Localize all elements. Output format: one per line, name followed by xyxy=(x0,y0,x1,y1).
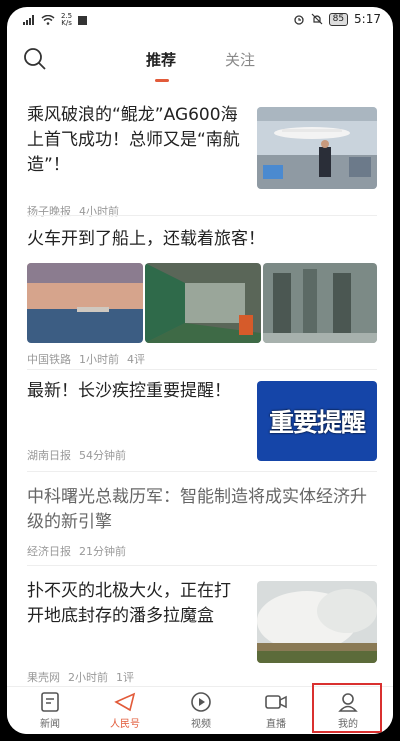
list-item[interactable]: 扑不灭的北极大火，正在打开地底封存的潘多拉魔盒 果壳网 2小时前 1评 xyxy=(27,579,377,684)
network-speed: 2.5 K/s xyxy=(61,13,72,27)
article-time: 54分钟前 xyxy=(79,449,126,462)
news-icon xyxy=(41,692,59,712)
article-thumbnail xyxy=(257,107,377,189)
article-thumbnail xyxy=(27,263,143,343)
thumbnail-caption: 重要提醒 xyxy=(268,408,366,437)
list-item[interactable]: 火车开到了船上，还载着旅客！ 中国铁路 1小时前 4评 xyxy=(27,227,377,366)
nav-news[interactable]: 新闻 xyxy=(18,691,82,730)
app-screen: 2.5 K/s 85 5:17 推荐 关注 乘风破浪的“鲲龙”AG600海上首飞… xyxy=(7,7,393,734)
nav-label: 人民号 xyxy=(110,719,140,730)
article-thumbnail xyxy=(263,263,377,343)
article-comments: 1评 xyxy=(116,671,134,684)
divider xyxy=(27,565,377,566)
signal-icon xyxy=(23,15,34,25)
article-source: 扬子晚报 xyxy=(27,205,71,218)
news-feed[interactable]: 乘风破浪的“鲲龙”AG600海上首飞成功！总师又是“南航造”！ 扬子晚报 4小时… xyxy=(7,87,393,687)
mute-icon xyxy=(311,13,323,25)
article-meta: 扬子晚报 4小时前 xyxy=(27,203,119,219)
article-time: 21分钟前 xyxy=(79,545,126,558)
nav-people[interactable]: 人民号 xyxy=(93,691,157,730)
list-item[interactable]: 乘风破浪的“鲲龙”AG600海上首飞成功！总师又是“南航造”！ 扬子晚报 4小时… xyxy=(27,103,377,218)
article-title: 火车开到了船上，还载着旅客！ xyxy=(27,229,265,249)
video-play-icon xyxy=(191,692,211,712)
partial-item-meta xyxy=(27,87,227,91)
clock: 5:17 xyxy=(354,12,381,26)
phone-frame: 2.5 K/s 85 5:17 推荐 关注 乘风破浪的“鲲龙”AG600海上首飞… xyxy=(0,0,400,741)
alarm-icon xyxy=(293,15,304,25)
article-title: 扑不灭的北极大火，正在打开地底封存的潘多拉魔盒 xyxy=(27,581,231,626)
tab-recommend[interactable]: 推荐 xyxy=(146,49,176,70)
wifi-icon xyxy=(41,15,55,25)
highlight-box xyxy=(312,683,382,733)
article-comments: 4评 xyxy=(127,353,145,366)
article-title: 最新！长沙疾控重要提醒！ xyxy=(27,381,231,401)
article-time: 1小时前 xyxy=(79,353,119,366)
list-item[interactable]: 最新！长沙疾控重要提醒！ 湖南日报 54分钟前 重要提醒 xyxy=(27,379,377,462)
nav-label: 视频 xyxy=(191,719,211,730)
article-source: 经济日报 xyxy=(27,545,71,558)
article-source: 湖南日报 xyxy=(27,449,71,462)
article-title: 乘风破浪的“鲲龙”AG600海上首飞成功！总师又是“南航造”！ xyxy=(27,105,240,175)
notification-icon xyxy=(78,15,88,25)
top-bar: 推荐 关注 xyxy=(7,37,393,83)
camera-icon xyxy=(265,695,287,709)
divider xyxy=(27,471,377,472)
article-meta: 果壳网 2小时前 1评 xyxy=(27,669,134,685)
nav-video[interactable]: 视频 xyxy=(169,691,233,730)
divider xyxy=(27,369,377,370)
nav-label: 直播 xyxy=(266,719,286,730)
article-source: 中国铁路 xyxy=(27,353,71,366)
article-meta: 湖南日报 54分钟前 xyxy=(27,447,126,463)
tab-follow[interactable]: 关注 xyxy=(225,49,255,70)
article-time: 2小时前 xyxy=(68,671,108,684)
article-meta: 经济日报 21分钟前 xyxy=(27,543,126,559)
article-title: 中科曙光总裁历军：智能制造将成实体经济升级的新引擎 xyxy=(27,487,367,532)
nav-live[interactable]: 直播 xyxy=(244,691,308,730)
article-thumbnail xyxy=(145,263,261,343)
divider xyxy=(27,215,377,216)
battery-icon: 85 xyxy=(328,12,349,26)
article-source: 果壳网 xyxy=(27,671,60,684)
paper-plane-icon xyxy=(114,692,136,712)
list-item[interactable]: 中科曙光总裁历军：智能制造将成实体经济升级的新引擎 经济日报 21分钟前 xyxy=(27,485,377,558)
article-thumbnail xyxy=(257,581,377,663)
net-speed-unit: K/s xyxy=(61,19,72,27)
status-bar: 2.5 K/s 85 5:17 xyxy=(7,7,393,33)
active-tab-indicator xyxy=(155,79,169,82)
search-icon xyxy=(24,48,46,70)
nav-label: 新闻 xyxy=(40,719,60,730)
article-meta: 中国铁路 1小时前 4评 xyxy=(27,351,145,367)
search-button[interactable] xyxy=(23,47,47,71)
article-time: 4小时前 xyxy=(79,205,119,218)
article-thumbnail: 重要提醒 xyxy=(257,381,377,461)
